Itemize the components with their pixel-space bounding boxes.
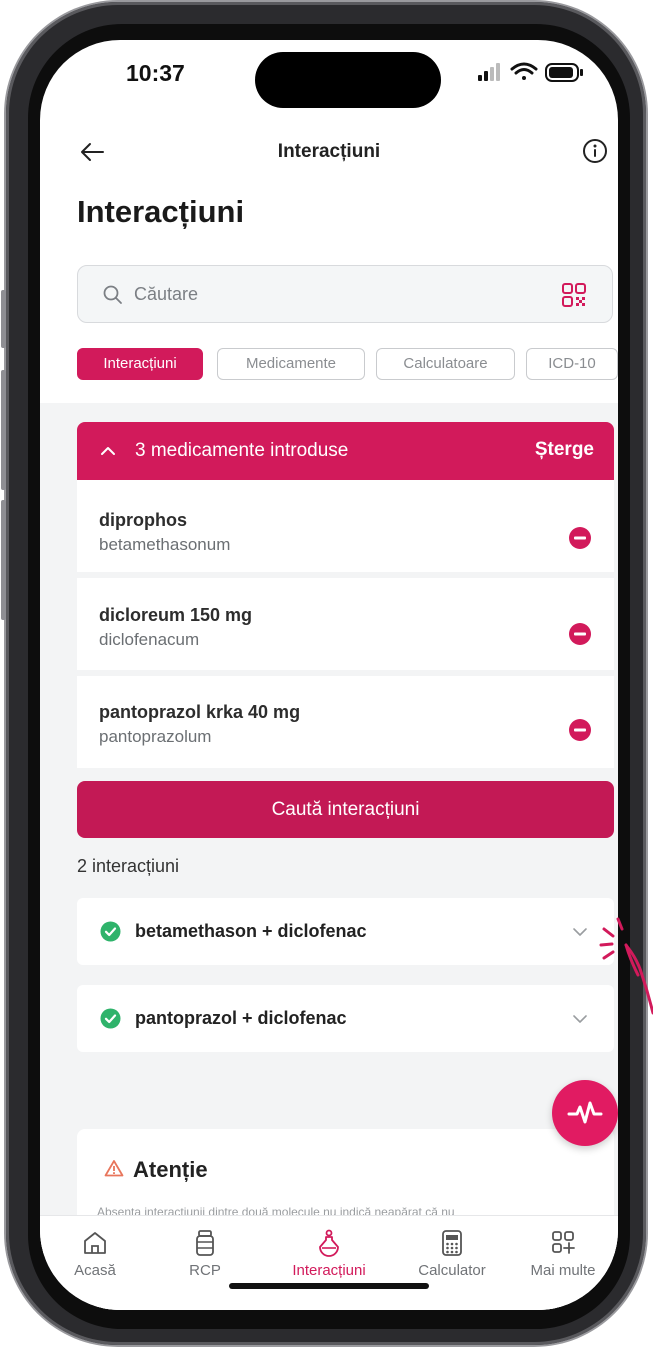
status-time: 10:37	[126, 60, 185, 86]
search-input[interactable]: Căutare	[77, 265, 613, 323]
wifi-icon	[510, 62, 538, 80]
activity-fab-button[interactable]	[552, 1080, 618, 1146]
signal-icon	[478, 63, 500, 81]
drug-substance: pantoprazolum	[99, 727, 212, 746]
tab-label: RCP	[189, 1262, 221, 1279]
chip-icd10[interactable]: ICD-10	[526, 348, 618, 380]
remove-drug-icon[interactable]	[568, 718, 592, 742]
interaction-label: betamethason + diclofenac	[135, 921, 367, 941]
interaction-label: pantoprazol + diclofenac	[135, 1008, 347, 1028]
tab-rcp[interactable]: RCP	[150, 1216, 260, 1286]
drug-name: dicloreum 150 mg	[99, 605, 253, 625]
status-icons	[476, 58, 596, 88]
top-nav-bar: Interacțiuni	[40, 135, 618, 175]
pulse-icon	[567, 1101, 603, 1124]
home-icon	[84, 1232, 106, 1254]
search-interactions-button[interactable]: Caută interacțiuni	[77, 781, 614, 838]
page-title: Interacțiuni	[77, 194, 245, 229]
volume-down-button	[1, 500, 6, 620]
flask-icon	[319, 1229, 339, 1257]
info-icon[interactable]	[581, 137, 609, 165]
grid-plus-icon	[552, 1231, 575, 1254]
pill-bottle-icon	[196, 1230, 214, 1256]
tab-label: Mai multe	[530, 1262, 596, 1279]
interaction-item[interactable]: pantoprazol + diclofenac	[77, 985, 614, 1052]
search-icon	[103, 285, 122, 304]
clear-button[interactable]: Șterge	[535, 439, 594, 461]
nav-title: Interacțiuni	[277, 141, 381, 162]
action-button	[1, 290, 6, 348]
tab-label: Calculator	[418, 1262, 486, 1279]
chevron-down-icon[interactable]	[571, 1012, 589, 1026]
chip-medications[interactable]: Medicamente	[217, 348, 365, 380]
battery-icon	[545, 63, 583, 82]
drug-name: diprophos	[99, 510, 187, 530]
status-bar: 10:37	[40, 40, 618, 120]
tab-label: Interacțiuni	[292, 1262, 366, 1279]
drug-substance: diclofenacum	[99, 630, 200, 649]
bottom-tab-bar: Acasă RCP Interacțiuni Calculator Mai mu…	[40, 1215, 618, 1310]
tab-calculator[interactable]: Calculator	[397, 1216, 507, 1286]
check-circle-icon	[100, 921, 121, 942]
drug-substance: betamethasonum	[99, 535, 231, 554]
app-screen: 10:37 Interacțiuni Interacțiuni Căutare …	[40, 40, 618, 1310]
interaction-item[interactable]: betamethason + diclofenac	[77, 898, 614, 965]
check-circle-icon	[100, 1008, 121, 1029]
remove-drug-icon[interactable]	[568, 526, 592, 550]
tab-home[interactable]: Acasă	[40, 1216, 150, 1286]
tab-more[interactable]: Mai multe	[508, 1216, 618, 1286]
drug-count-label: 3 medicamente introduse	[135, 440, 349, 461]
chevron-down-icon[interactable]	[571, 925, 589, 939]
home-indicator	[229, 1283, 429, 1289]
volume-up-button	[1, 370, 6, 490]
drug-name: pantoprazol krka 40 mg	[99, 702, 301, 722]
remove-drug-icon[interactable]	[568, 622, 592, 646]
drug-list-header[interactable]: 3 medicamente introduse Șterge	[77, 422, 614, 480]
filter-chips: Interacțiuni Medicamente Calculatoare IC…	[77, 348, 618, 380]
dynamic-island	[255, 52, 441, 108]
interactions-count: 2 interacțiuni	[77, 856, 180, 876]
chevron-up-icon[interactable]	[99, 442, 117, 460]
attention-title: Atenție	[133, 1157, 208, 1182]
chip-calculators[interactable]: Calculatoare	[376, 348, 515, 380]
calculator-icon	[442, 1230, 462, 1256]
drug-item: pantoprazol krka 40 mg pantoprazolum	[77, 676, 614, 768]
warning-icon	[104, 1160, 124, 1177]
qr-code-icon[interactable]	[561, 282, 587, 308]
search-placeholder: Căutare	[134, 284, 199, 304]
chip-interactions[interactable]: Interacțiuni	[77, 348, 203, 380]
tap-pointer-icon	[599, 917, 653, 1015]
drug-item: dicloreum 150 mg diclofenacum	[77, 578, 614, 670]
tab-interactions[interactable]: Interacțiuni	[274, 1216, 384, 1286]
tab-label: Acasă	[74, 1262, 116, 1279]
drug-item: diprophos betamethasonum	[77, 480, 614, 572]
